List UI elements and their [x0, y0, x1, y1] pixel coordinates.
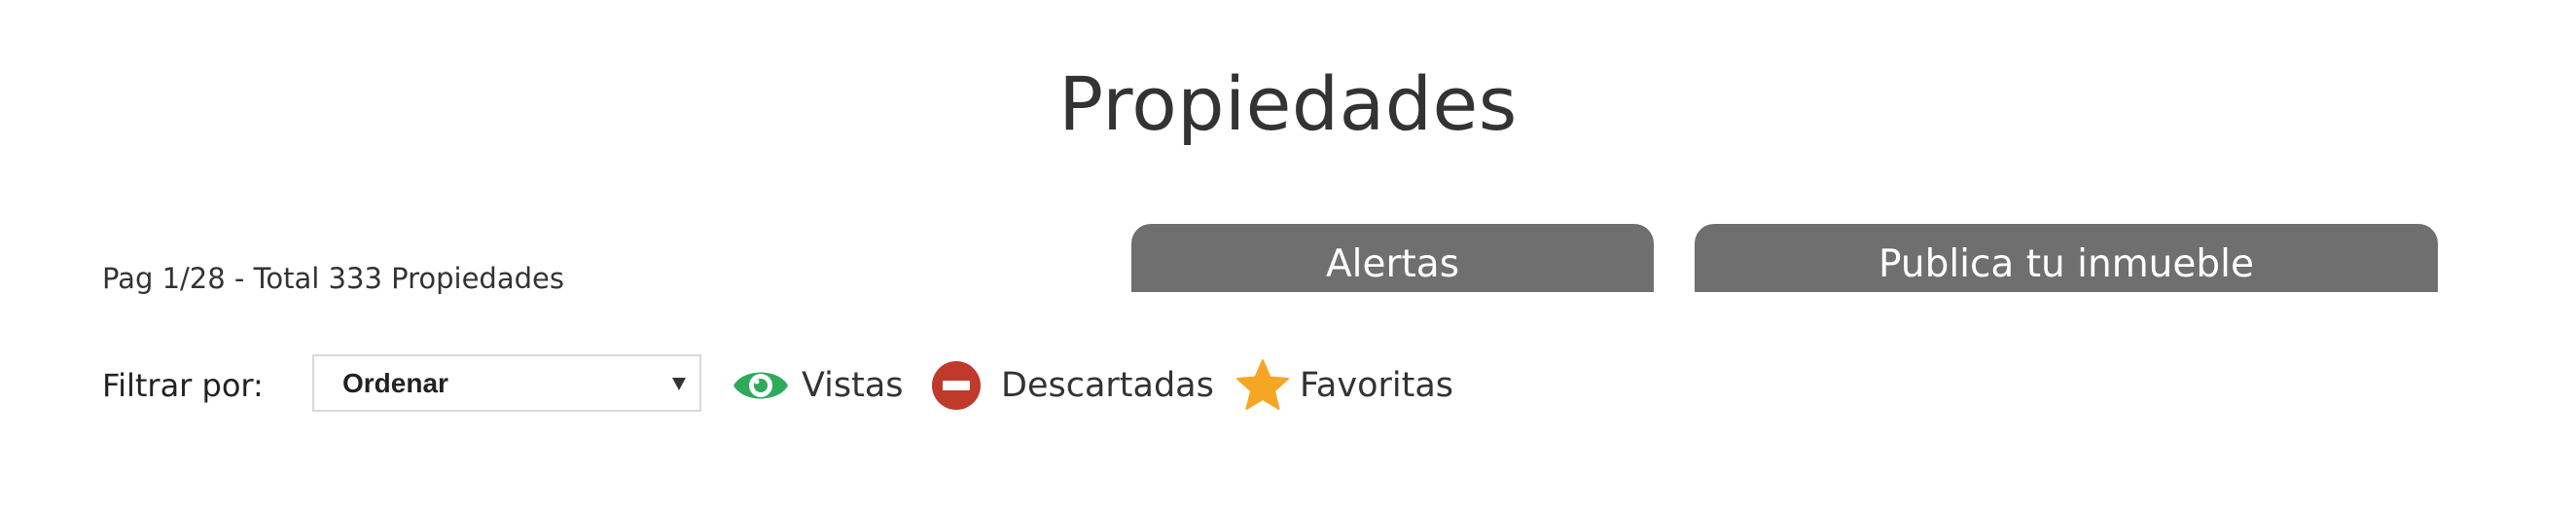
pagination-summary: Pag 1/28 - Total 333 Propiedades	[102, 262, 564, 295]
filter-discarded[interactable]: Descartadas	[931, 356, 1214, 415]
sort-select[interactable]: Ordenar	[312, 354, 701, 412]
page-title: Propiedades	[1058, 60, 1518, 147]
filter-label: Filtrar por:	[102, 367, 264, 404]
eye-icon	[733, 372, 788, 399]
star-icon	[1236, 359, 1289, 410]
sort-select-value: Ordenar	[342, 368, 448, 398]
dropdown-arrow-icon	[672, 378, 686, 390]
filter-discarded-label: Descartadas	[1001, 366, 1214, 405]
properties-page: Propiedades Pag 1/28 - Total 333 Propied…	[0, 0, 2576, 514]
alerts-button[interactable]: Alertas	[1131, 224, 1654, 292]
filter-viewed-label: Vistas	[802, 366, 904, 405]
minus-circle-icon	[932, 361, 981, 410]
filter-viewed[interactable]: Vistas	[732, 356, 904, 415]
publish-property-button[interactable]: Publica tu inmueble	[1695, 224, 2438, 292]
filter-favorites[interactable]: Favoritas	[1235, 356, 1453, 415]
filter-favorites-label: Favoritas	[1300, 366, 1454, 405]
